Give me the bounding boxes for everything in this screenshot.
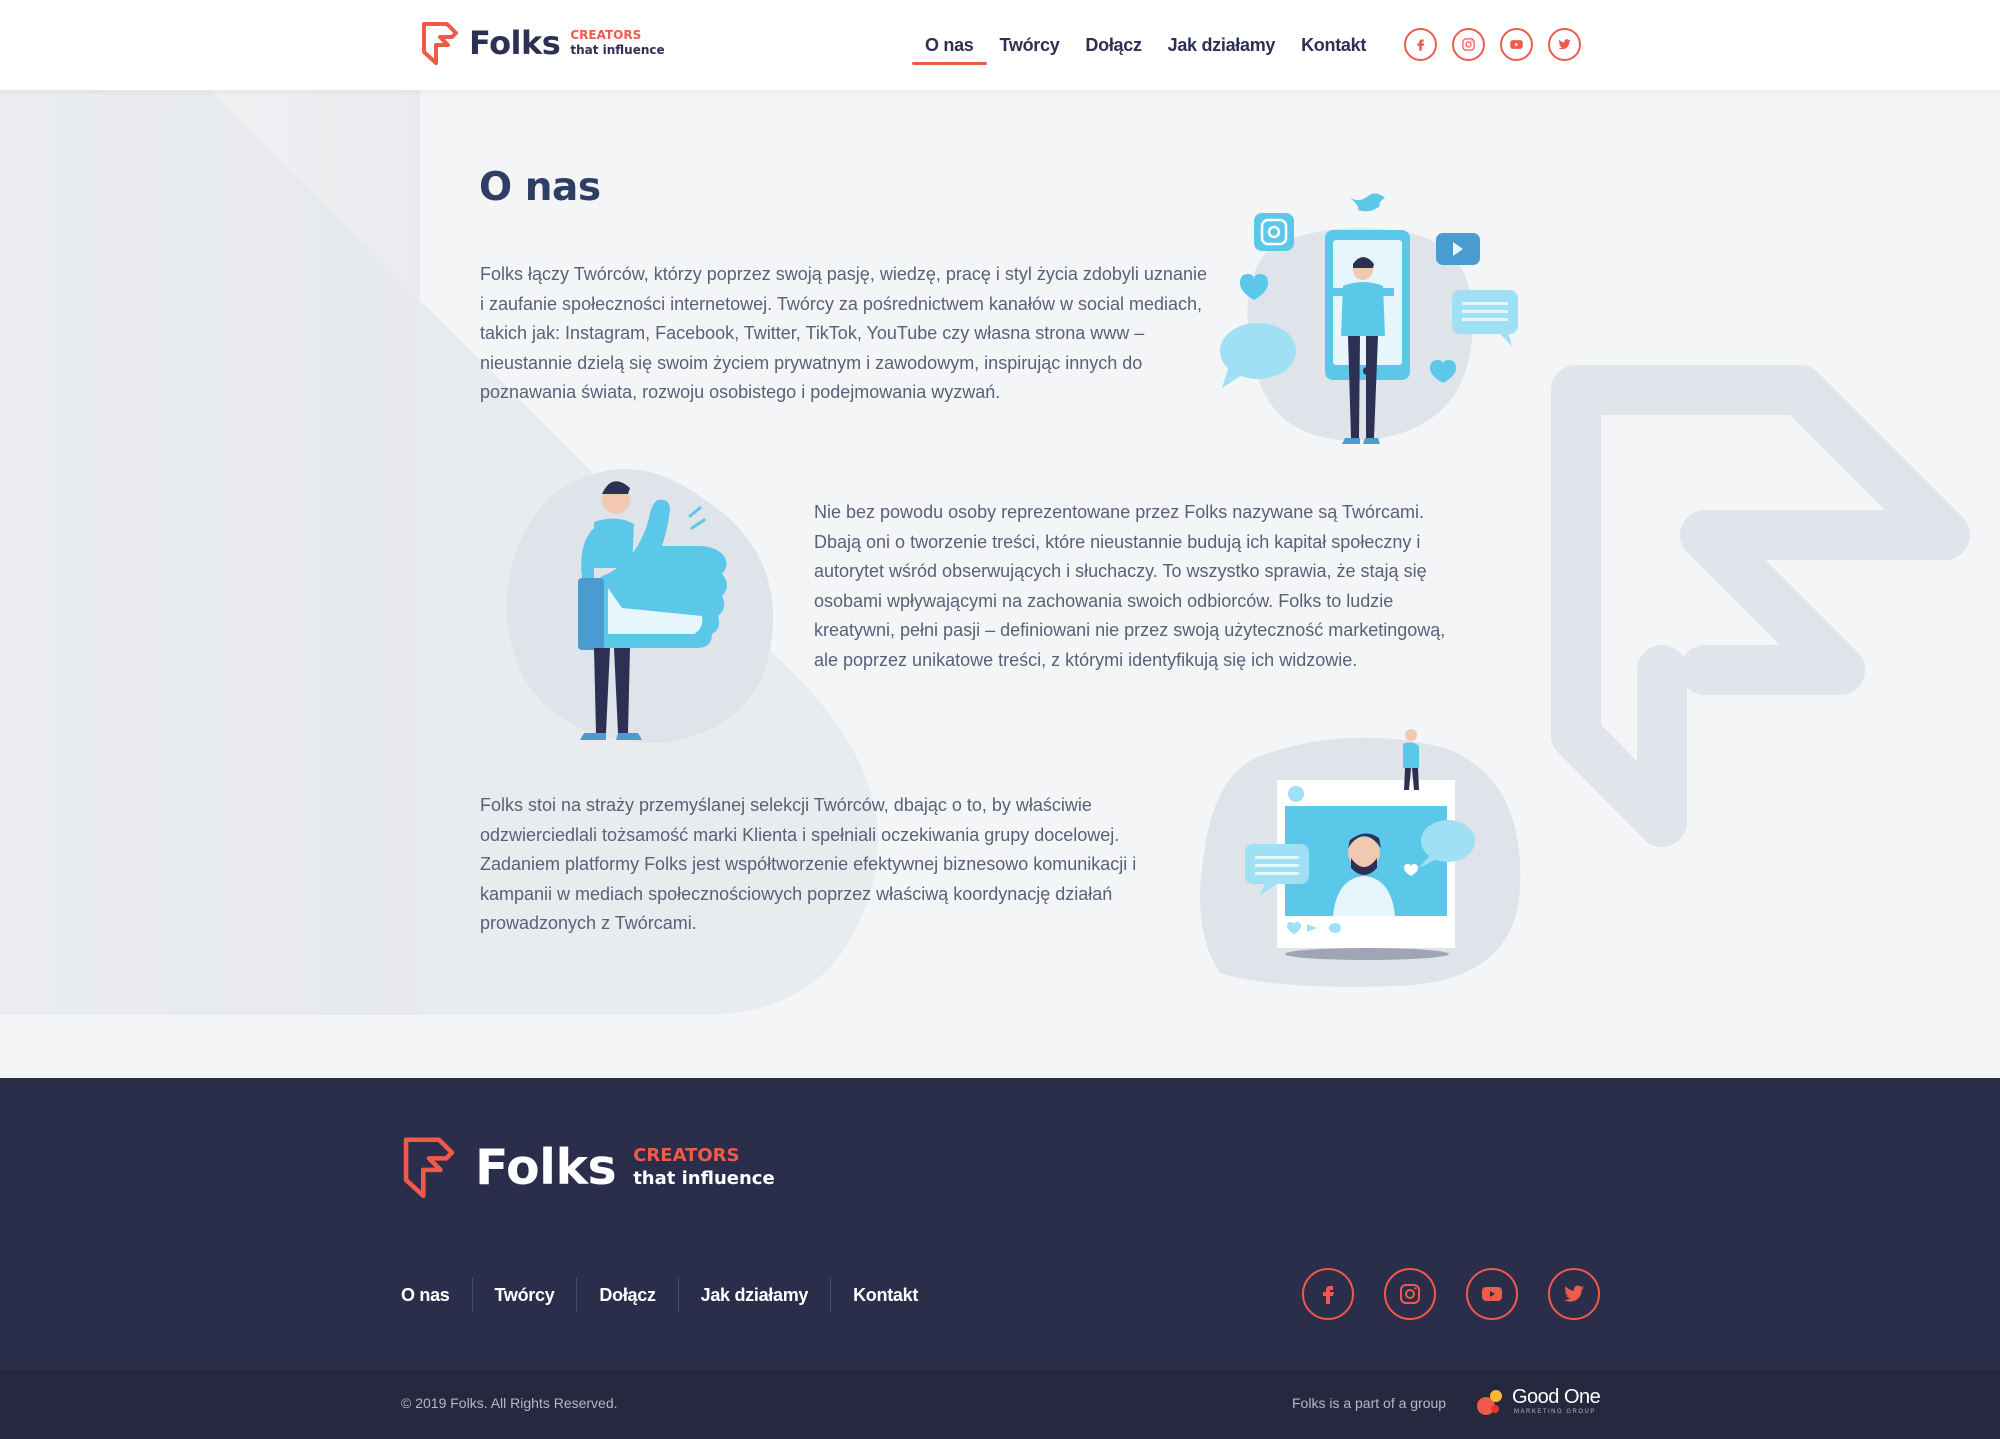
- header-socials: [1404, 28, 1581, 61]
- paragraph-intro: Folks łączy Twórców, którzy poprzez swoj…: [480, 264, 1207, 402]
- footer-logo-wordmark: Folks: [475, 1138, 617, 1196]
- instagram-icon[interactable]: [1452, 28, 1485, 61]
- logo-wordmark: Folks: [469, 24, 561, 62]
- footer-nav-dolacz[interactable]: Dołącz: [576, 1278, 677, 1312]
- twitter-icon[interactable]: [1548, 28, 1581, 61]
- paragraph-creators: Nie bez powodu osoby reprezentowane prze…: [814, 502, 1446, 670]
- site-footer: Folks CREATORS that influence O nas Twór…: [0, 1078, 2000, 1370]
- nav-item-dolacz[interactable]: Dołącz: [1072, 0, 1154, 90]
- main-nav: O nas Twórcy Dołącz Jak działamy Kontakt: [912, 0, 1379, 90]
- folks-logo-icon: [422, 22, 458, 65]
- thumbs-up-illustration: [506, 469, 774, 743]
- twitter-icon[interactable]: [1548, 1268, 1600, 1320]
- paragraph-selection: Folks stoi na straży przemyślanej selekc…: [480, 795, 1137, 933]
- nav-item-jak-dzialamy[interactable]: Jak działamy: [1155, 0, 1288, 90]
- youtube-icon[interactable]: [1500, 28, 1533, 61]
- nav-item-kontakt[interactable]: Kontakt: [1288, 0, 1379, 90]
- good-one-name: Good One: [1512, 1386, 1601, 1408]
- folks-logo-icon: [403, 1137, 455, 1198]
- good-one-sub: MARKETING GROUP: [1514, 1409, 1596, 1415]
- footer-logo[interactable]: Folks CREATORS that influence: [400, 1134, 775, 1200]
- copyright-text: © 2019 Folks. All Rights Reserved.: [401, 1395, 618, 1411]
- logo[interactable]: Folks CREATORS that influence: [420, 20, 665, 66]
- facebook-icon[interactable]: [1404, 28, 1437, 61]
- influencer-phone-illustration: [1220, 193, 1518, 444]
- nav-item-o-nas[interactable]: O nas: [912, 0, 987, 90]
- good-one-logo-icon: [1477, 1390, 1502, 1415]
- footer-nav-o-nas[interactable]: O nas: [400, 1278, 472, 1312]
- facebook-icon[interactable]: [1302, 1268, 1354, 1320]
- footer-nav-kontakt[interactable]: Kontakt: [830, 1278, 940, 1312]
- footer-nav-jak-dzialamy[interactable]: Jak działamy: [677, 1278, 830, 1312]
- nav-item-tworcy[interactable]: Twórcy: [987, 0, 1073, 90]
- footer-nav-tworcy[interactable]: Twórcy: [471, 1278, 577, 1312]
- page-title: O nas: [479, 165, 601, 210]
- good-one-logo[interactable]: Good One MARKETING GROUP: [1476, 1386, 1601, 1417]
- logo-tagline: CREATORS that influence: [570, 28, 665, 57]
- photo-post-illustration: [1200, 729, 1521, 987]
- instagram-icon[interactable]: [1384, 1268, 1436, 1320]
- footer-socials: [1302, 1268, 1600, 1320]
- footer-logo-tagline: CREATORS that influence: [633, 1145, 775, 1189]
- footer-nav: O nas Twórcy Dołącz Jak działamy Kontakt: [400, 1278, 940, 1312]
- bottom-bar: © 2019 Folks. All Rights Reserved. Folks…: [0, 1370, 2000, 1439]
- youtube-icon[interactable]: [1466, 1268, 1518, 1320]
- group-text: Folks is a part of a group: [1292, 1395, 1447, 1411]
- site-header: Folks CREATORS that influence O nas Twór…: [0, 0, 2000, 90]
